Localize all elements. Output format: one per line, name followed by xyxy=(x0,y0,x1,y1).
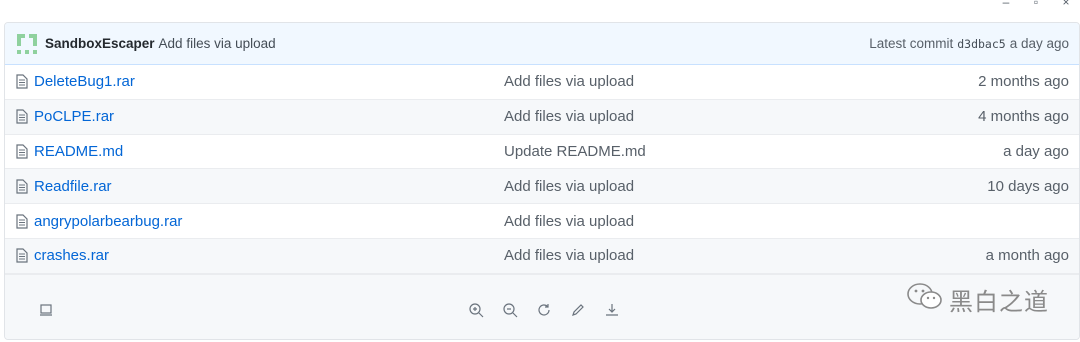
file-commit-message[interactable]: Add files via upload xyxy=(504,247,986,264)
file-icon xyxy=(14,143,30,159)
file-name-link[interactable]: Readfile.rar xyxy=(34,178,504,195)
edit-icon[interactable] xyxy=(569,301,587,319)
commit-message[interactable]: Add files via upload xyxy=(159,36,276,51)
screen-icon[interactable] xyxy=(37,301,55,319)
file-row[interactable]: angrypolarbearbug.rar Add files via uplo… xyxy=(5,204,1079,239)
file-row[interactable]: Readfile.rar Add files via upload 10 day… xyxy=(5,169,1079,205)
file-commit-message[interactable]: Add files via upload xyxy=(504,213,1069,230)
commit-author[interactable]: SandboxEscaper xyxy=(45,36,155,51)
maximize-button[interactable]: ▫ xyxy=(1030,0,1042,10)
file-age: 10 days ago xyxy=(987,177,1069,195)
file-age: 4 months ago xyxy=(978,108,1069,126)
file-name-link[interactable]: PoCLPE.rar xyxy=(34,108,504,125)
file-row[interactable]: README.md Update README.md a day ago xyxy=(5,135,1079,170)
file-commit-message[interactable]: Add files via upload xyxy=(504,178,987,195)
file-age: 2 months ago xyxy=(978,73,1069,91)
file-age: a month ago xyxy=(985,247,1069,265)
file-row[interactable]: DeleteBug1.rar Add files via upload 2 mo… xyxy=(5,65,1079,100)
rotate-icon[interactable] xyxy=(535,301,553,319)
file-name-link[interactable]: angrypolarbearbug.rar xyxy=(34,213,504,230)
file-icon xyxy=(14,248,30,264)
file-row[interactable]: crashes.rar Add files via upload a month… xyxy=(5,238,1079,274)
avatar[interactable] xyxy=(17,33,37,54)
zoom-out-icon[interactable] xyxy=(501,301,519,319)
file-name-link[interactable]: README.md xyxy=(34,143,504,160)
file-icon xyxy=(14,213,30,229)
file-list: DeleteBug1.rar Add files via upload 2 mo… xyxy=(5,65,1079,274)
latest-commit-bar: SandboxEscaper Add files via upload Late… xyxy=(5,23,1079,65)
minimize-button[interactable]: – xyxy=(1000,0,1012,10)
image-viewer-toolbar: 黑白之道 xyxy=(5,274,1079,339)
file-icon xyxy=(14,178,30,194)
file-commit-message[interactable]: Update README.md xyxy=(504,143,1003,160)
watermark-text: 黑白之道 xyxy=(949,288,1049,316)
file-icon xyxy=(14,109,30,125)
file-icon xyxy=(14,74,30,90)
watermark: 黑白之道 xyxy=(905,281,1049,318)
commit-meta: Latest commit d3dbac5 a day ago xyxy=(869,36,1069,51)
file-browser-panel: SandboxEscaper Add files via upload Late… xyxy=(4,22,1080,340)
file-commit-message[interactable]: Add files via upload xyxy=(504,108,978,125)
file-age: a day ago xyxy=(1003,142,1069,160)
file-name-link[interactable]: DeleteBug1.rar xyxy=(34,73,504,90)
file-name-link[interactable]: crashes.rar xyxy=(34,247,504,264)
close-button[interactable]: × xyxy=(1060,0,1072,10)
window-controls: – ▫ × xyxy=(1000,0,1072,10)
download-icon[interactable] xyxy=(603,301,621,319)
zoom-in-icon[interactable] xyxy=(467,301,485,319)
file-row[interactable]: PoCLPE.rar Add files via upload 4 months… xyxy=(5,99,1079,135)
commit-sha[interactable]: d3dbac5 xyxy=(957,37,1005,51)
commit-age: a day ago xyxy=(1009,36,1069,51)
latest-commit-label: Latest commit xyxy=(869,36,954,51)
wechat-icon xyxy=(905,281,945,318)
file-commit-message[interactable]: Add files via upload xyxy=(504,73,978,90)
